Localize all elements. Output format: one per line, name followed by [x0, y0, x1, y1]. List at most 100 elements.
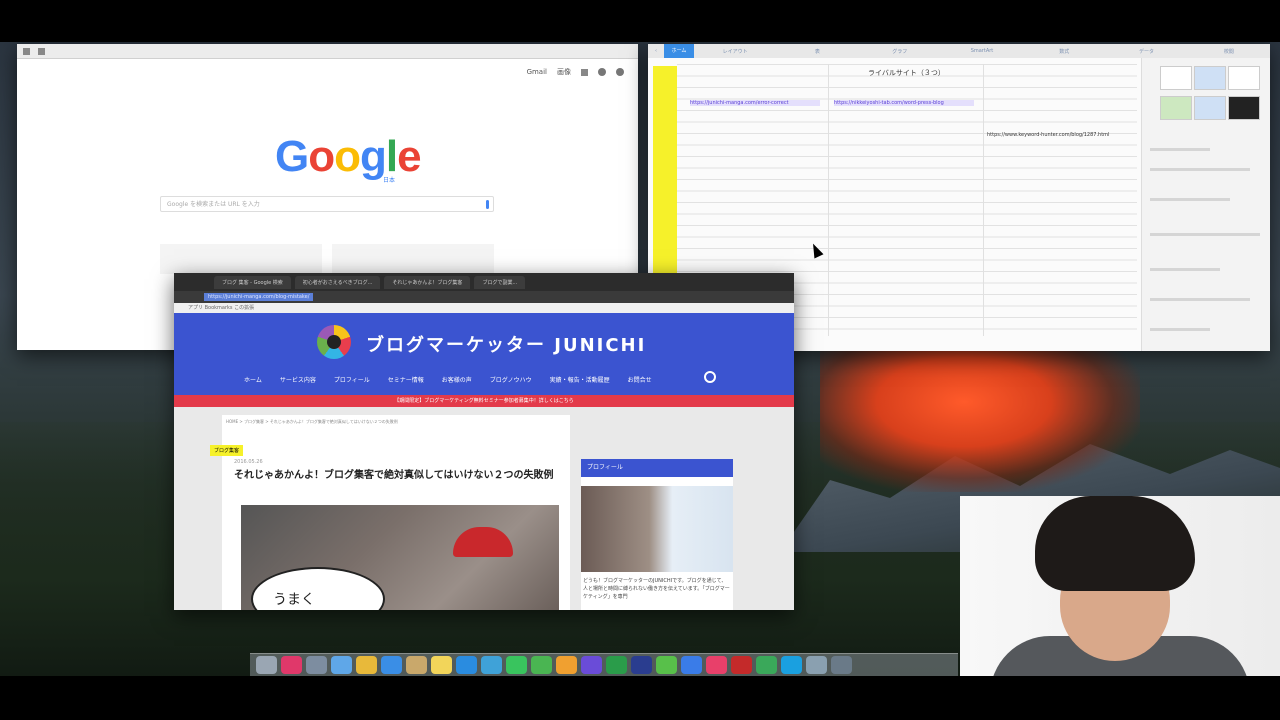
imovie-icon[interactable] [581, 656, 602, 674]
tab-table[interactable]: 表 [776, 48, 858, 55]
skype-icon[interactable] [781, 656, 802, 674]
browser-tab[interactable]: ブログ 集客 - Google 検索 [214, 275, 291, 289]
nav-item-home[interactable]: ホーム [244, 375, 262, 384]
chart-icon[interactable] [806, 656, 827, 674]
browser-tab[interactable]: 初心者がおさえるべきブログ... [294, 275, 381, 289]
tab-review[interactable]: 校閲 [1188, 48, 1270, 55]
mic-icon[interactable] [486, 200, 489, 209]
notes-icon[interactable] [431, 656, 452, 674]
wallpaper-sunset-glow [820, 342, 1140, 492]
back-arrow-icon[interactable]: ‹ [648, 48, 664, 54]
gmail-link[interactable]: Gmail [527, 68, 547, 76]
panel-option[interactable] [1150, 298, 1250, 301]
presenter-hair [1035, 496, 1195, 591]
url-cell[interactable]: https://junichi-manga.com/error-correct [690, 100, 820, 106]
music-icon[interactable] [706, 656, 727, 674]
bookmark-icon[interactable] [38, 47, 45, 55]
finder-icon[interactable] [256, 656, 277, 674]
images-link[interactable]: 画像 [557, 67, 571, 77]
nav-item-profile[interactable]: プロフィール [334, 375, 370, 384]
post-date: 2016.05.26 [234, 459, 263, 465]
apps-grid-icon[interactable] [581, 68, 588, 76]
nav-item-seminar[interactable]: セミナー情報 [388, 375, 424, 384]
announcement-banner[interactable]: 【期間限定】ブログマーケティング無料セミナー参加者募集中！詳しくはこちら [174, 395, 794, 407]
contacts-icon[interactable] [406, 656, 427, 674]
tab-layout[interactable]: レイアウト [694, 48, 776, 55]
browser-tab[interactable]: それじゃあかんよ！ブログ集客 [384, 275, 471, 289]
panel-option[interactable] [1150, 148, 1210, 151]
evernote-icon[interactable] [531, 656, 552, 674]
site-nav: ホーム サービス内容 プロフィール セミナー情報 お客様の声 ブログノウハウ 実… [244, 375, 652, 384]
profile-widget: プロフィール どうも！ブログマーケッターのJUNICHIです。ブログを通じて、人… [581, 459, 733, 610]
url-text[interactable]: https://junichi-manga.com/blog-mistake/ [204, 293, 314, 301]
nav-item-contact[interactable]: お問合せ [628, 375, 652, 384]
photos-icon[interactable] [556, 656, 577, 674]
panel-option[interactable] [1150, 198, 1230, 201]
messages-icon[interactable] [506, 656, 527, 674]
site-title[interactable]: ブログマーケッター JUNICHI [366, 331, 646, 357]
letterbox-top [0, 0, 1280, 42]
nav-item-results[interactable]: 実績・報告・活動履歴 [550, 375, 610, 384]
profile-photo [581, 486, 733, 572]
tab-data[interactable]: データ [1105, 48, 1187, 55]
url-cell[interactable]: https://www.keyword-hunter.com/blog/1287… [987, 132, 1135, 138]
filezilla-icon[interactable] [731, 656, 752, 674]
panel-option[interactable] [1150, 233, 1260, 236]
google-search-input[interactable]: Google を検索または URL を入力 [160, 196, 494, 212]
style-thumbnail[interactable] [1228, 66, 1260, 90]
launchpad-icon[interactable] [306, 656, 327, 674]
search-icon[interactable] [704, 371, 716, 383]
style-thumbnail[interactable] [1160, 96, 1192, 120]
search-placeholder: Google を検索または URL を入力 [167, 201, 260, 208]
google-region-label: 日本 [383, 177, 396, 184]
nav-item-voice[interactable]: お客様の声 [442, 375, 472, 384]
nav-item-service[interactable]: サービス内容 [280, 375, 316, 384]
speech-bubble-text: うまく [273, 592, 315, 608]
browser-tab[interactable]: ブログで副業... [474, 275, 526, 289]
bookmarks-bar[interactable]: アプリ Bookmarks この拡張 [174, 303, 794, 313]
help-icon[interactable] [831, 656, 852, 674]
line-icon[interactable] [656, 656, 677, 674]
tab-smartart[interactable]: SmartArt [941, 48, 1023, 54]
preview-icon[interactable] [481, 656, 502, 674]
panel-option[interactable] [1150, 268, 1220, 271]
mail-icon[interactable] [331, 656, 352, 674]
itunes-icon[interactable] [281, 656, 302, 674]
breadcrumb[interactable]: HOME > ブログ集客 > それじゃあかんよ！ブログ集客で絶対真似してはいけな… [226, 419, 398, 425]
account-avatar-icon[interactable] [616, 68, 624, 76]
style-thumbnail[interactable] [1194, 96, 1226, 120]
category-badge[interactable]: ブログ集客 [210, 445, 244, 456]
article-headline: それじゃあかんよ！ブログ集客で絶対真似してはいけない２つの失敗例 [234, 470, 554, 481]
camtasia-icon[interactable] [606, 656, 627, 674]
safari-icon[interactable] [381, 656, 402, 674]
url-cell[interactable]: https://nikkeiyoshi-tab.com/word-press-b… [834, 100, 974, 106]
address-bar[interactable]: https://junichi-manga.com/blog-mistake/ [174, 291, 794, 303]
most-visited-tile[interactable] [160, 244, 322, 274]
blog-browser-window[interactable]: ブログ 集客 - Google 検索 初心者がおさえるべきブログ... それじゃ… [174, 273, 794, 610]
facetime-icon[interactable] [756, 656, 777, 674]
tab-home[interactable]: ホーム [664, 44, 694, 58]
panel-option[interactable] [1150, 328, 1210, 331]
photoshop-icon[interactable] [631, 656, 652, 674]
apps-icon[interactable] [23, 47, 30, 55]
sheet-title-cell[interactable]: ライバルサイト（３つ） [868, 68, 945, 78]
tab-chart[interactable]: グラフ [859, 48, 941, 55]
grid-divider [828, 64, 829, 336]
google-top-bar: Gmail 画像 [17, 59, 638, 85]
nav-item-knowhow[interactable]: ブログノウハウ [490, 375, 532, 384]
style-thumbnail[interactable] [1160, 66, 1192, 90]
dropbox-icon[interactable] [681, 656, 702, 674]
style-thumbnail[interactable] [1228, 96, 1260, 120]
notifications-icon[interactable] [598, 68, 606, 76]
grid-divider [983, 64, 984, 336]
style-thumbnail[interactable] [1194, 66, 1226, 90]
panel-option[interactable] [1150, 168, 1250, 171]
app-store-icon[interactable] [456, 656, 477, 674]
tab-formula[interactable]: 数式 [1023, 48, 1105, 55]
profile-intro-text: どうも！ブログマーケッターのJUNICHIです。ブログを通じて、人と場所と時間に… [583, 578, 730, 600]
site-logo-icon[interactable] [317, 325, 351, 359]
format-sidebar [1141, 58, 1270, 351]
chrome-icon[interactable] [356, 656, 377, 674]
most-visited-tile[interactable] [332, 244, 494, 274]
google-logo: Google [275, 132, 422, 181]
